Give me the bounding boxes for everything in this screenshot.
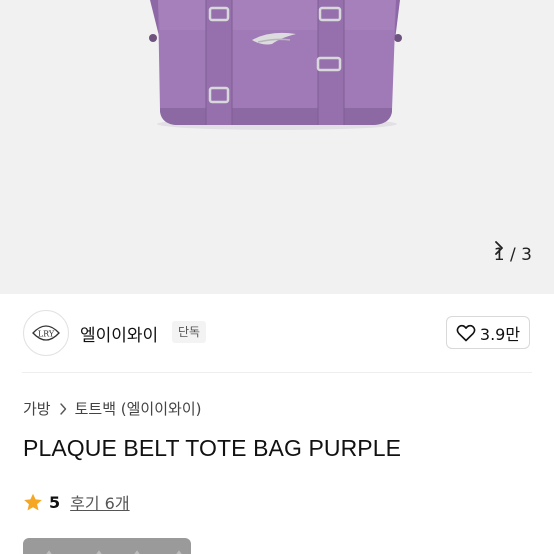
product-image bbox=[149, 0, 402, 130]
coupon-chip[interactable] bbox=[23, 538, 191, 554]
coupon-chip-pattern bbox=[46, 550, 182, 554]
chevron-right-icon[interactable] bbox=[494, 241, 504, 255]
rating-row: 5 후기 6개 bbox=[23, 490, 130, 514]
svg-text:LRY: LRY bbox=[38, 330, 55, 339]
heart-icon bbox=[456, 324, 476, 341]
exclusive-badge: 단독 bbox=[172, 321, 207, 343]
brand-row: LRY 엘이이와이 단독 3.9만 bbox=[0, 296, 554, 372]
breadcrumb-subcategory[interactable]: 토트백 (엘이이와이) bbox=[75, 398, 202, 419]
like-button[interactable]: 3.9만 bbox=[446, 316, 530, 349]
brand-logo[interactable]: LRY bbox=[23, 310, 69, 356]
brand-name[interactable]: 엘이이와이 bbox=[80, 321, 158, 346]
chevron-right-icon bbox=[59, 402, 66, 415]
image-pager[interactable]: 1 / 3 bbox=[494, 241, 532, 269]
product-title: PLAQUE BELT TOTE BAG PURPLE bbox=[23, 435, 402, 461]
brand-logo-mark: LRY bbox=[32, 325, 60, 341]
breadcrumb: 가방 토트백 (엘이이와이) bbox=[23, 398, 201, 419]
breadcrumb-category[interactable]: 가방 bbox=[23, 398, 51, 419]
star-icon bbox=[24, 493, 42, 510]
total-pages: 3 bbox=[521, 245, 532, 265]
divider bbox=[22, 372, 532, 373]
pager-separator: / bbox=[510, 245, 516, 265]
reviews-link[interactable]: 후기 6개 bbox=[70, 490, 129, 514]
rating-score: 5 bbox=[49, 492, 61, 512]
product-image-gallery[interactable]: 1 / 3 bbox=[0, 0, 554, 294]
like-count: 3.9만 bbox=[479, 324, 521, 344]
